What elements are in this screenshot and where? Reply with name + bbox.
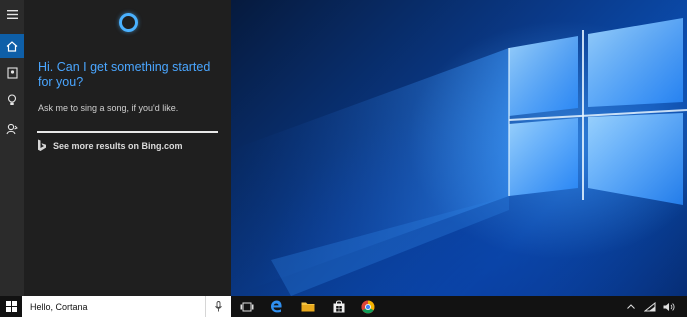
- windows-logo-icon: [5, 301, 17, 312]
- bing-link-label: See more results on Bing.com: [53, 140, 183, 151]
- feedback-icon[interactable]: [0, 117, 24, 141]
- notebook-icon[interactable]: [0, 61, 24, 85]
- volume-icon[interactable]: [661, 296, 677, 317]
- cortana-search-box[interactable]: [22, 296, 231, 317]
- cortana-nav-rail: [0, 0, 24, 296]
- network-icon[interactable]: [642, 296, 658, 317]
- hamburger-icon[interactable]: [0, 2, 24, 26]
- chevron-up-icon[interactable]: [624, 296, 638, 317]
- microphone-icon: [215, 301, 222, 312]
- bing-icon: [38, 139, 46, 151]
- divider: [37, 131, 218, 133]
- cortana-greeting: Hi. Can I get something started for you?: [38, 60, 211, 89]
- microphone-button[interactable]: [205, 296, 231, 317]
- bing-results-link[interactable]: See more results on Bing.com: [37, 139, 183, 152]
- store-icon[interactable]: [326, 296, 352, 317]
- edge-icon[interactable]: [263, 296, 289, 317]
- taskbar: [0, 296, 687, 317]
- cortana-panel: Hi. Can I get something started for you?…: [0, 0, 231, 296]
- desktop-wallpaper: [231, 0, 687, 296]
- cortana-logo-icon: [119, 13, 138, 32]
- cortana-hint: Ask me to sing a song, if you'd like.: [38, 103, 179, 113]
- task-view-icon[interactable]: [234, 296, 260, 317]
- cortana-content: Hi. Can I get something started for you?…: [24, 0, 231, 296]
- search-input[interactable]: [22, 296, 202, 317]
- home-icon[interactable]: [0, 34, 24, 58]
- start-button[interactable]: [0, 296, 22, 317]
- file-explorer-icon[interactable]: [295, 296, 321, 317]
- chrome-icon[interactable]: [355, 296, 381, 317]
- lightbulb-icon[interactable]: [0, 88, 24, 112]
